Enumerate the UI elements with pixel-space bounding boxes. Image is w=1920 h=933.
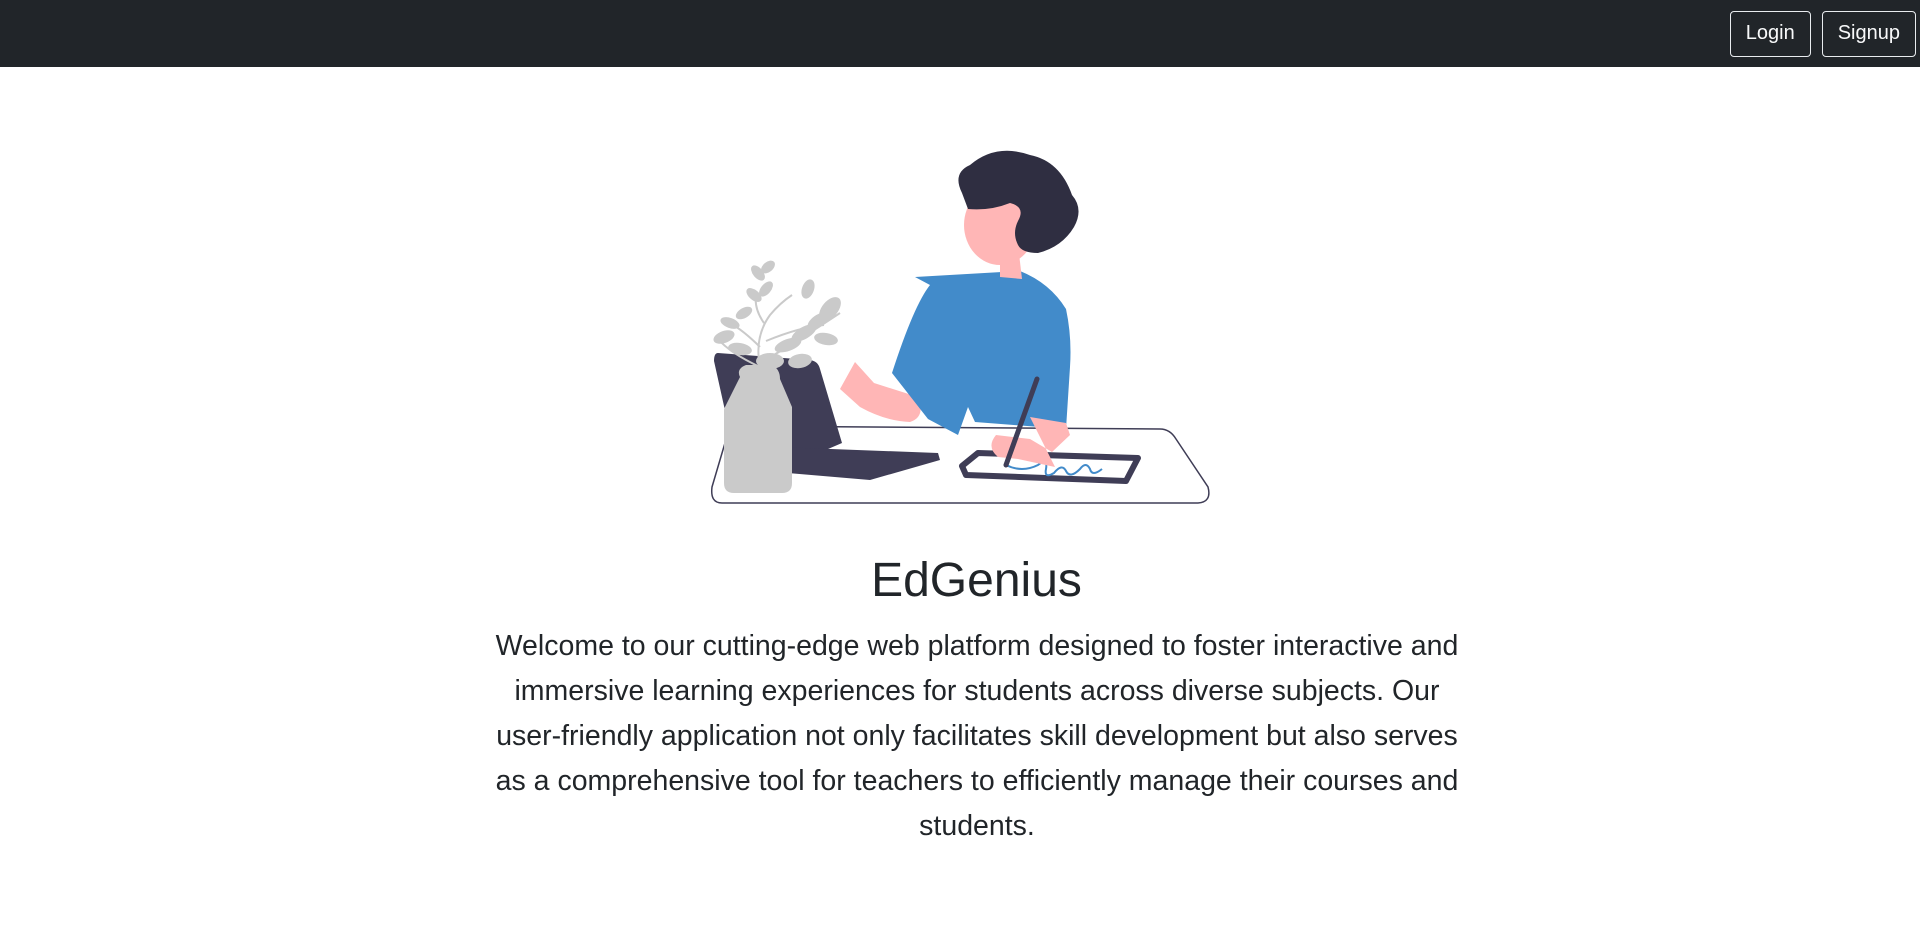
login-button[interactable]: Login <box>1729 10 1811 57</box>
page-title: EdGenius <box>871 554 1082 607</box>
intro-description: Welcome to our cutting-edge web platform… <box>495 630 1459 842</box>
signup-button[interactable]: Signup <box>1821 10 1916 57</box>
top-navbar: Login Signup <box>0 0 1920 67</box>
person-studying-illustration <box>710 150 1210 504</box>
